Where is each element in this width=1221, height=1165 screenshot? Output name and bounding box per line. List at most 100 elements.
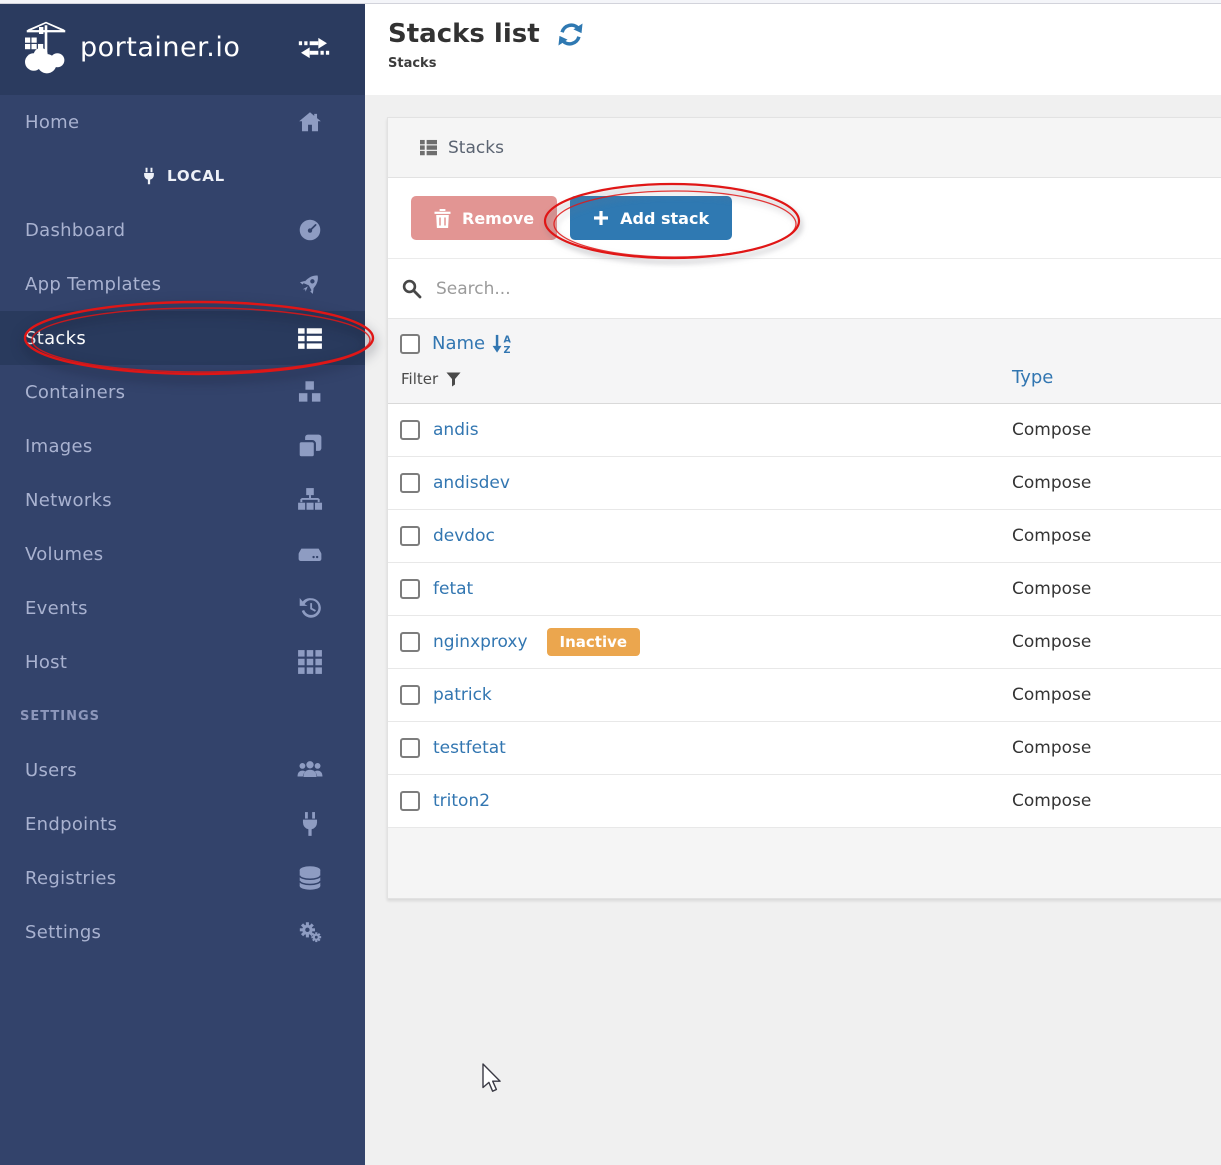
networks-icon	[297, 487, 323, 513]
sidebar-section-settings: SETTINGS	[0, 689, 365, 743]
window-top-edge	[0, 0, 1221, 4]
search-icon	[402, 279, 422, 299]
sidebar-item-endpoints[interactable]: Endpoints	[0, 797, 365, 851]
stack-name-link[interactable]: fetat	[433, 579, 473, 599]
sidebar-item-label: Registries	[25, 868, 117, 889]
sidebar-item-label: Settings	[25, 922, 101, 943]
stack-name-link[interactable]: nginxproxy	[433, 632, 528, 652]
sidebar: portainer.io Home LOCAL Dashboard App Te…	[0, 0, 365, 1165]
sidebar-item-label: Volumes	[25, 544, 103, 565]
name-header-label: Name	[432, 333, 485, 354]
containers-icon	[297, 379, 323, 405]
column-header-name[interactable]: Name	[432, 333, 513, 354]
sidebar-item-dashboard[interactable]: Dashboard	[0, 203, 365, 257]
volumes-icon	[297, 541, 323, 567]
section-header-label: SETTINGS	[20, 709, 100, 724]
row-checkbox[interactable]	[400, 420, 420, 440]
panel-title: Stacks	[448, 138, 504, 158]
plus-icon	[593, 210, 609, 226]
stack-name-link[interactable]: devdoc	[433, 526, 495, 546]
select-all-checkbox[interactable]	[400, 334, 420, 354]
sidebar-item-label: Networks	[25, 490, 112, 511]
sidebar-item-label: Containers	[25, 382, 125, 403]
stack-name-link[interactable]: triton2	[433, 791, 490, 811]
search-input[interactable]	[436, 279, 936, 299]
status-badge-inactive: Inactive	[547, 628, 641, 656]
sort-alpha-down-icon	[492, 333, 513, 354]
sidebar-item-containers[interactable]: Containers	[0, 365, 365, 419]
row-checkbox[interactable]	[400, 791, 420, 811]
stack-type: Compose	[1012, 420, 1091, 440]
add-stack-button[interactable]: Add stack	[570, 196, 732, 240]
sidebar-item-registries[interactable]: Registries	[0, 851, 365, 905]
panel-toolbar: Remove Add stack	[388, 178, 1221, 259]
sidebar-item-app-templates[interactable]: App Templates	[0, 257, 365, 311]
table-row: devdoc Compose	[388, 510, 1221, 563]
filter-control[interactable]: Filter	[401, 370, 461, 388]
sidebar-item-events[interactable]: Events	[0, 581, 365, 635]
plug-icon	[140, 167, 158, 185]
stack-type: Compose	[1012, 579, 1091, 599]
row-checkbox[interactable]	[400, 473, 420, 493]
stack-name-link[interactable]: andis	[433, 420, 479, 440]
sidebar-item-label: Events	[25, 598, 88, 619]
portainer-logo[interactable]: portainer.io	[18, 20, 240, 76]
column-header-type[interactable]: Type	[1012, 367, 1053, 388]
stack-name-link[interactable]: andisdev	[433, 473, 510, 493]
page-title: Stacks list	[388, 19, 540, 49]
sidebar-collapse-icon[interactable]	[297, 35, 331, 61]
sidebar-item-label: Stacks	[25, 328, 86, 349]
sidebar-item-stacks[interactable]: Stacks	[0, 311, 365, 365]
table-row: fetat Compose	[388, 563, 1221, 616]
events-icon	[297, 595, 323, 621]
table-row: andisdev Compose	[388, 457, 1221, 510]
stack-type: Compose	[1012, 473, 1091, 493]
sidebar-item-home[interactable]: Home	[0, 95, 365, 149]
remove-button[interactable]: Remove	[411, 196, 557, 240]
filter-label: Filter	[401, 370, 438, 388]
host-icon	[297, 649, 323, 675]
panel-footer	[388, 828, 1221, 898]
stack-type: Compose	[1012, 526, 1091, 546]
table-header: Name Filter Type	[388, 319, 1221, 404]
endpoints-icon	[297, 811, 323, 837]
sidebar-item-volumes[interactable]: Volumes	[0, 527, 365, 581]
row-checkbox[interactable]	[400, 579, 420, 599]
row-checkbox[interactable]	[400, 526, 420, 546]
images-icon	[297, 433, 323, 459]
table-row: nginxproxy Inactive Compose	[388, 616, 1221, 669]
portainer-logo-icon	[18, 20, 74, 76]
table-row: testfetat Compose	[388, 722, 1221, 775]
sidebar-item-host[interactable]: Host	[0, 635, 365, 689]
stack-name-link[interactable]: patrick	[433, 685, 492, 705]
dashboard-icon	[297, 217, 323, 243]
stack-type: Compose	[1012, 632, 1091, 652]
breadcrumb[interactable]: Stacks	[388, 56, 1221, 71]
sidebar-item-label: Dashboard	[25, 220, 125, 241]
row-checkbox[interactable]	[400, 632, 420, 652]
table-row: triton2 Compose	[388, 775, 1221, 828]
stack-type: Compose	[1012, 738, 1091, 758]
trash-icon	[434, 209, 451, 228]
rocket-icon	[297, 271, 323, 297]
row-checkbox[interactable]	[400, 738, 420, 758]
sidebar-item-networks[interactable]: Networks	[0, 473, 365, 527]
registries-icon	[297, 865, 323, 891]
sidebar-item-users[interactable]: Users	[0, 743, 365, 797]
refresh-icon[interactable]	[557, 21, 584, 48]
sidebar-item-settings[interactable]: Settings	[0, 905, 365, 959]
endpoint-name-label: LOCAL	[167, 167, 225, 185]
sidebar-item-label: Home	[25, 112, 79, 133]
settings-icon	[297, 919, 323, 945]
sidebar-item-images[interactable]: Images	[0, 419, 365, 473]
stack-name-link[interactable]: testfetat	[433, 738, 506, 758]
sidebar-endpoint-local[interactable]: LOCAL	[0, 149, 365, 203]
sidebar-item-label: Endpoints	[25, 814, 117, 835]
search-bar	[388, 259, 1221, 319]
panel-header: Stacks	[388, 118, 1221, 178]
add-stack-button-label: Add stack	[620, 209, 709, 228]
mouse-cursor	[481, 1063, 505, 1095]
remove-button-label: Remove	[462, 209, 534, 228]
sidebar-item-label: Host	[25, 652, 67, 673]
row-checkbox[interactable]	[400, 685, 420, 705]
